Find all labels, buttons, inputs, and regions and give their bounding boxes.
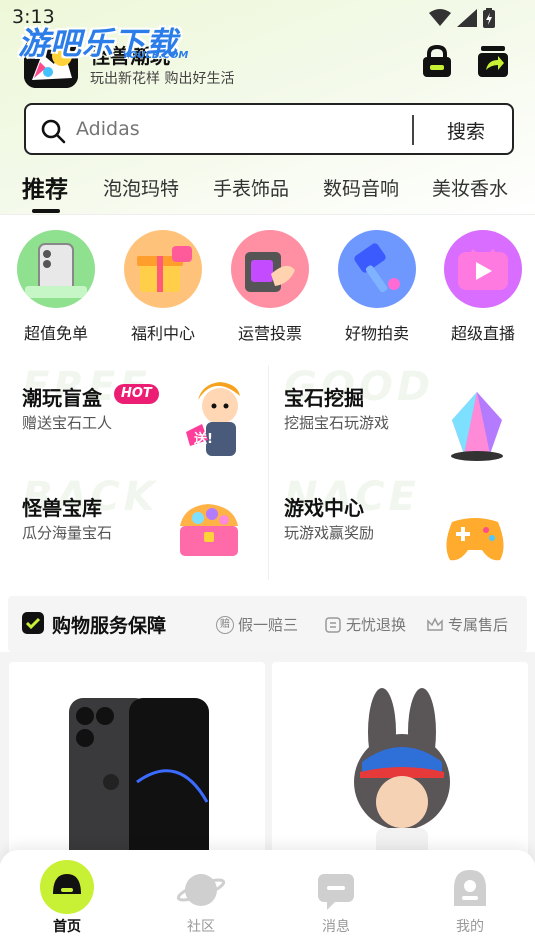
promo-game-center[interactable]: NACE 游戏中心 玩游戏赢奖励 bbox=[270, 474, 530, 588]
wifi-icon bbox=[429, 9, 451, 26]
gamepad-icon bbox=[446, 518, 504, 561]
service-item-label: 无忧退换 bbox=[346, 616, 407, 634]
treasure-chest-icon bbox=[180, 504, 238, 556]
category-auction[interactable]: 好物拍卖 bbox=[327, 230, 427, 344]
category-vote[interactable]: 运营投票 bbox=[220, 230, 320, 344]
promo-gift-badge: 送! bbox=[194, 432, 213, 447]
product-card-labubu[interactable] bbox=[272, 662, 528, 862]
category-welfare[interactable]: 福利中心 bbox=[113, 230, 213, 344]
promo-blind-box[interactable]: FREE 潮玩盲盒 HOT 赠送宝石工人 送! bbox=[8, 364, 268, 478]
category-label: 运营投票 bbox=[237, 324, 302, 343]
home-icon bbox=[40, 860, 94, 914]
search-icon bbox=[41, 119, 66, 144]
compensation-icon: 赔 bbox=[216, 615, 234, 634]
free-order-icon bbox=[17, 230, 95, 308]
promo-title: 宝石挖掘 bbox=[284, 386, 364, 410]
promo-subtitle: 赠送宝石工人 bbox=[22, 414, 113, 432]
category-tabs: 推荐 泡泡玛特 手表饰品 数码音响 美妆香水 bbox=[0, 170, 535, 214]
promo-gem-dig[interactable]: GOOD 宝石挖掘 挖掘宝石玩游戏 bbox=[270, 364, 530, 478]
planet-icon bbox=[174, 860, 228, 914]
search-bar[interactable]: 搜索 bbox=[24, 103, 514, 155]
search-input[interactable] bbox=[76, 115, 406, 143]
service-item-aftersale: 专属售后 bbox=[426, 614, 508, 635]
status-icons bbox=[429, 8, 495, 28]
product-card-phone[interactable] bbox=[9, 662, 265, 862]
category-free-order[interactable]: 超值免单 bbox=[6, 230, 106, 344]
nav-profile[interactable]: 我的 bbox=[430, 860, 510, 936]
category-label: 福利中心 bbox=[130, 324, 195, 343]
promo-subtitle: 瓜分海量宝石 bbox=[22, 524, 113, 542]
nav-messages[interactable]: 消息 bbox=[296, 860, 376, 936]
crown-icon bbox=[427, 616, 443, 631]
tab-divider bbox=[0, 214, 535, 215]
nav-label: 首页 bbox=[53, 919, 81, 935]
category-live[interactable]: 超级直播 bbox=[433, 230, 533, 344]
service-title: 购物服务保障 bbox=[52, 615, 167, 637]
nav-label: 消息 bbox=[322, 919, 350, 935]
promo-title: 游戏中心 bbox=[284, 496, 364, 520]
vote-icon bbox=[231, 230, 309, 308]
tab-indicator bbox=[32, 209, 60, 213]
promo-subtitle: 玩游戏赢奖励 bbox=[284, 524, 375, 542]
tab-digital[interactable]: 数码音响 bbox=[323, 174, 399, 201]
promo-treasury[interactable]: BACK 怪兽宝库 瓜分海量宝石 bbox=[8, 474, 268, 588]
bottom-nav: 首页 社区 消息 我的 bbox=[0, 850, 535, 951]
promo-subtitle: 挖掘宝石玩游戏 bbox=[284, 414, 390, 432]
service-item-return: 无忧退换 bbox=[324, 614, 406, 635]
live-tv-icon bbox=[444, 230, 522, 308]
search-divider bbox=[412, 115, 414, 145]
share-icon[interactable] bbox=[476, 44, 510, 78]
search-button[interactable]: 搜索 bbox=[426, 117, 506, 144]
category-label: 好物拍卖 bbox=[344, 324, 409, 343]
nav-label: 社区 bbox=[187, 919, 215, 935]
tab-watches[interactable]: 手表饰品 bbox=[213, 174, 289, 201]
product-image-figure bbox=[354, 688, 450, 862]
gift-icon bbox=[124, 230, 202, 308]
check-icon bbox=[22, 612, 44, 634]
lock-icon[interactable] bbox=[420, 44, 454, 78]
app-slogan: 玩出新花样 购出好生活 bbox=[90, 71, 235, 87]
promo-title: 潮玩盲盒 bbox=[22, 386, 102, 410]
profile-icon bbox=[443, 860, 497, 914]
tab-popmart[interactable]: 泡泡玛特 bbox=[103, 174, 179, 201]
category-label: 超值免单 bbox=[23, 324, 88, 343]
return-icon bbox=[325, 616, 341, 633]
nav-label: 我的 bbox=[456, 919, 484, 935]
service-guarantee-bar[interactable]: 购物服务保障 赔 假一赔三 无忧退换 专属售后 bbox=[8, 596, 527, 652]
worker-character-icon bbox=[186, 382, 240, 456]
service-item-label: 假一赔三 bbox=[238, 616, 299, 634]
watermark-sub: YOULE.COM bbox=[122, 50, 189, 61]
gem-icon bbox=[451, 392, 503, 461]
product-image-phone bbox=[69, 698, 209, 862]
category-label: 超级直播 bbox=[450, 324, 515, 343]
promo-title: 怪兽宝库 bbox=[22, 496, 102, 520]
nav-community[interactable]: 社区 bbox=[161, 860, 241, 936]
signal-icon bbox=[457, 9, 477, 27]
nav-home[interactable]: 首页 bbox=[27, 860, 107, 936]
service-item-fake-compensation: 赔 假一赔三 bbox=[216, 614, 298, 635]
tab-recommend[interactable]: 推荐 bbox=[22, 170, 68, 204]
battery-icon bbox=[483, 8, 495, 28]
service-item-label: 专属售后 bbox=[448, 616, 509, 634]
promo-divider bbox=[268, 365, 269, 580]
hot-badge: HOT bbox=[114, 384, 159, 404]
auction-hammer-icon bbox=[338, 230, 416, 308]
tab-beauty[interactable]: 美妆香水 bbox=[432, 174, 508, 201]
message-icon bbox=[309, 860, 363, 914]
